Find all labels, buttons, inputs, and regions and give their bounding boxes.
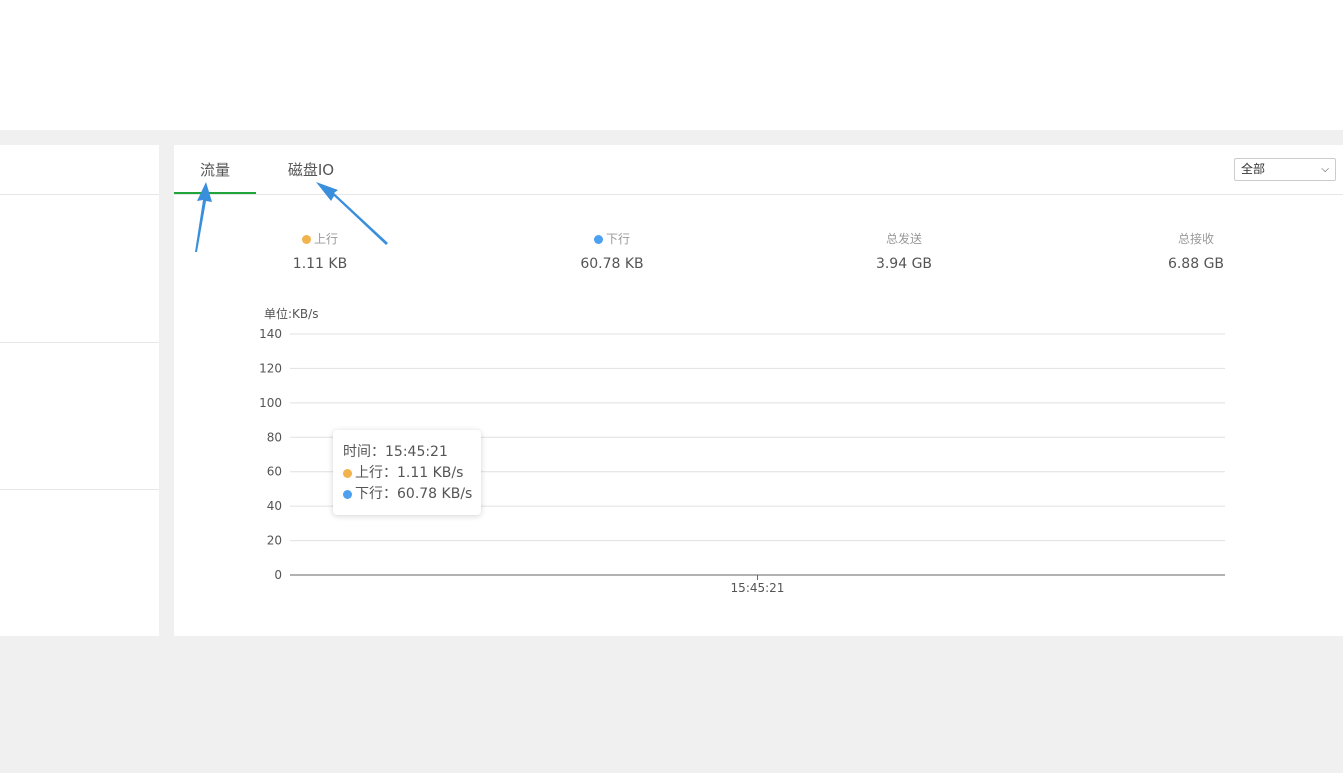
y-tick-label: 40 xyxy=(267,499,282,513)
y-tick-label: 20 xyxy=(267,534,282,548)
y-tick-label: 0 xyxy=(274,568,282,582)
left-divider xyxy=(0,342,159,343)
monitor-panel: 流量 磁盘IO 全部 ⌵ 上行 1.11 KB 下行 60.78 KB 总发送 … xyxy=(174,145,1343,636)
tooltip-download-row: 下行：60.78 KB/s xyxy=(343,484,473,505)
left-panel xyxy=(0,145,159,636)
tooltip-download: 下行：60.78 KB/s xyxy=(355,486,473,502)
left-divider xyxy=(0,489,159,490)
tooltip-time: 时间：15:45:21 xyxy=(343,444,448,460)
tooltip-upload-dot xyxy=(343,469,352,478)
traffic-chart: 0 20 40 60 80 100 120 140 15:45:21 xyxy=(259,327,1225,595)
left-divider xyxy=(0,194,159,195)
y-tick-label: 140 xyxy=(259,327,282,341)
y-tick-label: 120 xyxy=(259,361,282,375)
y-tick-label: 100 xyxy=(259,396,282,410)
x-tick-label: 15:45:21 xyxy=(731,581,785,595)
chart-tooltip: 时间：15:45:21 上行：1.11 KB/s 下行：60.78 KB/s xyxy=(333,430,481,515)
tooltip-download-dot xyxy=(343,490,352,499)
tooltip-upload: 上行：1.11 KB/s xyxy=(355,465,464,481)
top-bar xyxy=(0,0,1343,130)
y-tick-label: 80 xyxy=(267,430,282,444)
tooltip-upload-row: 上行：1.11 KB/s xyxy=(343,463,471,484)
y-tick-label: 60 xyxy=(267,465,282,479)
